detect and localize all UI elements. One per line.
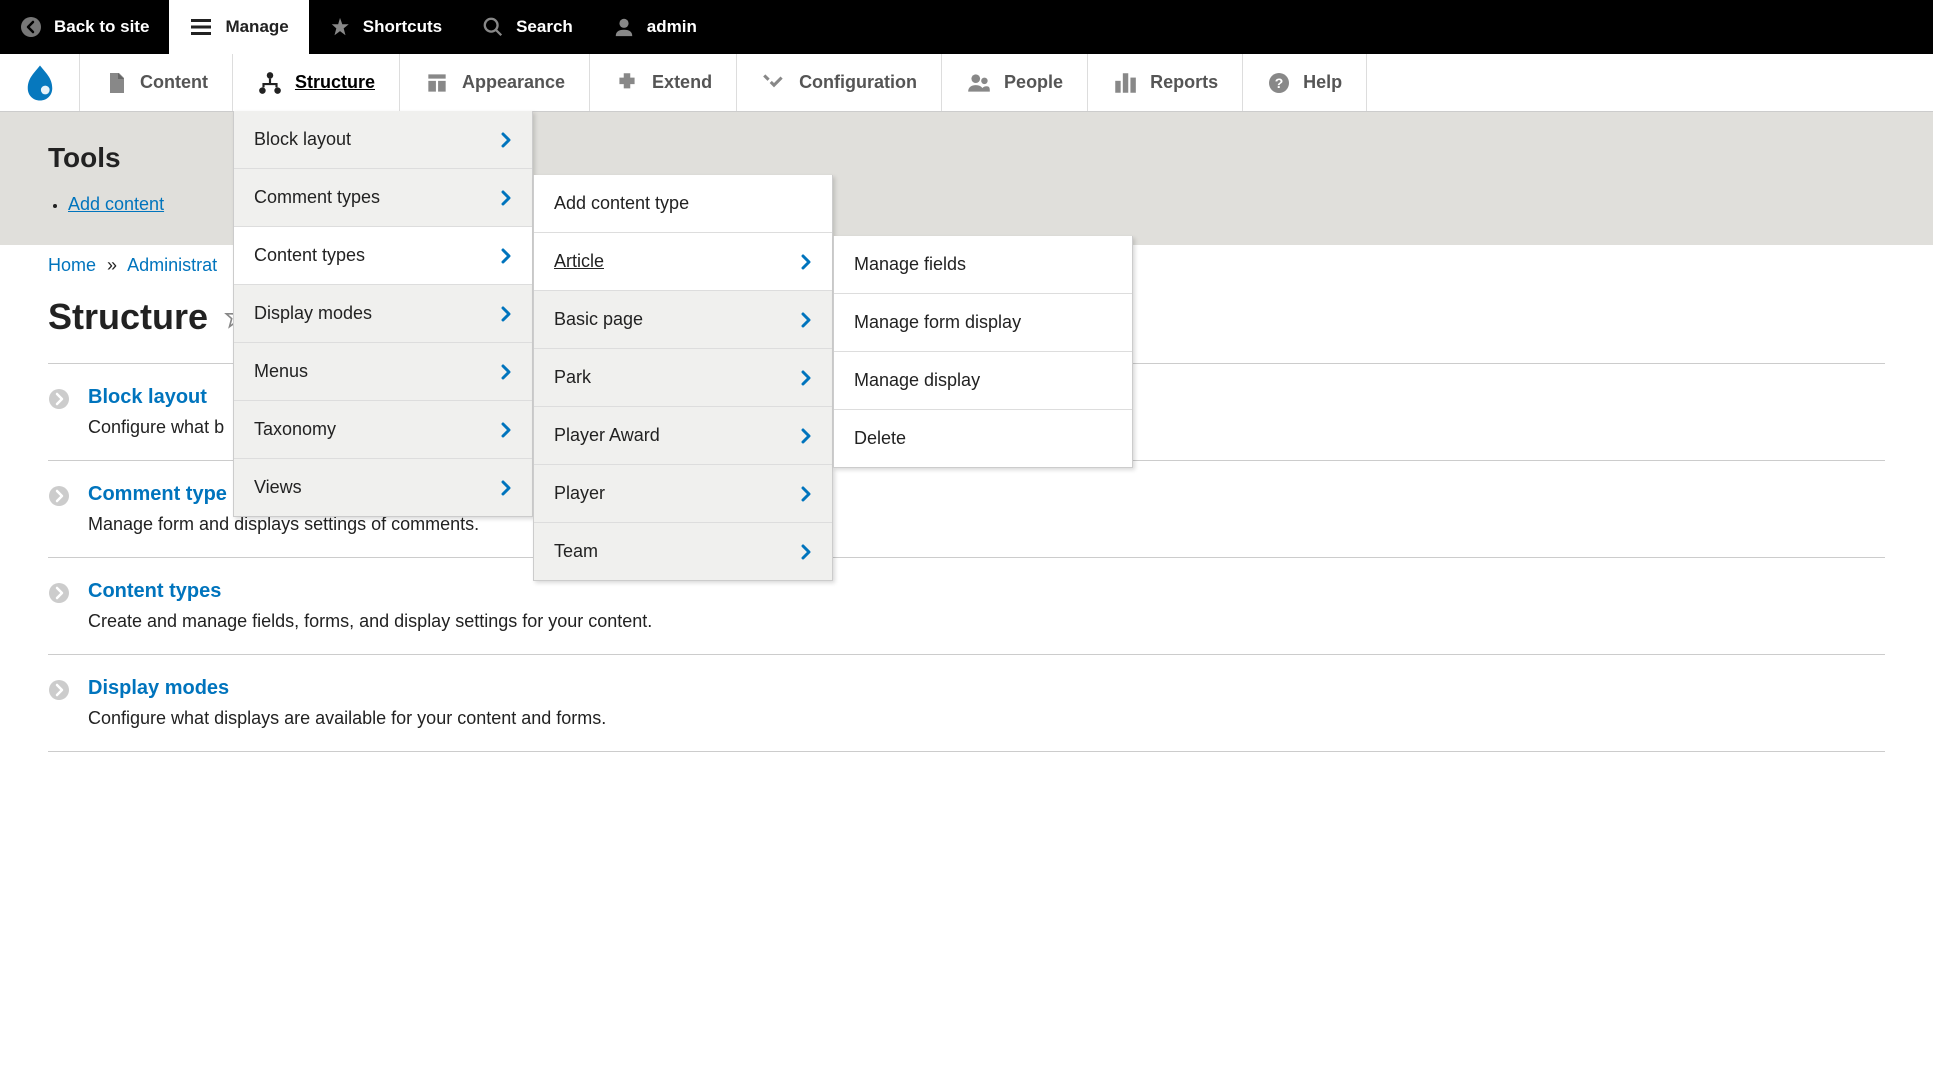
menu-extend[interactable]: Extend [590, 54, 737, 111]
submenu-add-content-type[interactable]: Add content type [534, 175, 832, 233]
list-title-display-modes[interactable]: Display modes [88, 677, 1885, 700]
chevron-right-icon [500, 480, 512, 496]
menu-appearance[interactable]: Appearance [400, 54, 590, 111]
back-label: Back to site [54, 17, 149, 37]
list-desc-content-types: Create and manage fields, forms, and dis… [88, 611, 1885, 632]
breadcrumb-home[interactable]: Home [48, 255, 96, 275]
menu-structure[interactable]: Structure Block layout Comment types Con… [233, 54, 400, 111]
submenu-manage-display[interactable]: Manage display [834, 352, 1132, 410]
extend-icon [614, 70, 640, 96]
list-item-display-modes: Display modes Configure what displays ar… [48, 655, 1885, 752]
submenu-comment-types[interactable]: Comment types [234, 169, 532, 227]
manage-button[interactable]: Manage [169, 0, 308, 54]
shortcuts-label: Shortcuts [363, 17, 442, 37]
content-types-submenu: Add content type Article Basic page Park… [533, 175, 833, 581]
drupal-logo[interactable] [0, 54, 80, 111]
chevron-right-icon [500, 422, 512, 438]
submenu-manage-form-display[interactable]: Manage form display [834, 294, 1132, 352]
svg-text:?: ? [1275, 75, 1284, 91]
star-icon [329, 16, 351, 38]
menu-reports[interactable]: Reports [1088, 54, 1243, 111]
manage-label: Manage [225, 17, 288, 37]
add-content-link[interactable]: Add content [68, 194, 164, 214]
submenu-block-layout[interactable]: Block layout [234, 111, 532, 169]
menu-content[interactable]: Content [80, 54, 233, 111]
submenu-basic-page[interactable]: Basic page [534, 291, 832, 349]
submenu-team[interactable]: Team [534, 523, 832, 580]
breadcrumb-separator: » [107, 255, 117, 275]
structure-submenu: Block layout Comment types Content types… [233, 111, 533, 517]
chevron-right-icon [48, 679, 70, 701]
chevron-right-icon [800, 428, 812, 444]
user-button[interactable]: admin [593, 0, 717, 54]
list-item-content-types: Content types Create and manage fields, … [48, 558, 1885, 655]
search-icon [482, 16, 504, 38]
admin-menu: Content Structure Block layout Comment t… [0, 54, 1933, 112]
hamburger-icon [189, 15, 213, 39]
submenu-manage-fields[interactable]: Manage fields [834, 236, 1132, 294]
top-toolbar: Back to site Manage Shortcuts Search adm… [0, 0, 1933, 54]
list-desc-display-modes: Configure what displays are available fo… [88, 708, 1885, 729]
menu-extend-label: Extend [652, 72, 712, 93]
configuration-icon [761, 70, 787, 96]
search-label: Search [516, 17, 573, 37]
chevron-right-icon [800, 312, 812, 328]
submenu-display-modes[interactable]: Display modes [234, 285, 532, 343]
chevron-right-icon [500, 190, 512, 206]
chevron-right-icon [800, 544, 812, 560]
submenu-player[interactable]: Player [534, 465, 832, 523]
appearance-icon [424, 70, 450, 96]
user-icon [613, 16, 635, 38]
shortcuts-button[interactable]: Shortcuts [309, 0, 462, 54]
chevron-right-icon [48, 582, 70, 604]
list-title-content-types[interactable]: Content types [88, 580, 1885, 603]
breadcrumb-admin[interactable]: Administrat [127, 255, 217, 275]
help-icon: ? [1267, 71, 1291, 95]
submenu-delete[interactable]: Delete [834, 410, 1132, 467]
submenu-content-types[interactable]: Content types [234, 227, 532, 285]
chevron-right-icon [48, 388, 70, 410]
menu-structure-label: Structure [295, 72, 375, 93]
chevron-right-icon [48, 485, 70, 507]
list-desc-comment-types: Manage form and displays settings of com… [88, 514, 1885, 535]
search-button[interactable]: Search [462, 0, 593, 54]
submenu-taxonomy[interactable]: Taxonomy [234, 401, 532, 459]
menu-configuration[interactable]: Configuration [737, 54, 942, 111]
menu-people[interactable]: People [942, 54, 1088, 111]
menu-people-label: People [1004, 72, 1063, 93]
menu-appearance-label: Appearance [462, 72, 565, 93]
submenu-menus[interactable]: Menus [234, 343, 532, 401]
submenu-player-award[interactable]: Player Award [534, 407, 832, 465]
user-label: admin [647, 17, 697, 37]
menu-help[interactable]: ? Help [1243, 54, 1367, 111]
chevron-right-icon [500, 132, 512, 148]
menu-configuration-label: Configuration [799, 72, 917, 93]
menu-reports-label: Reports [1150, 72, 1218, 93]
chevron-right-icon [800, 254, 812, 270]
submenu-views[interactable]: Views [234, 459, 532, 516]
chevron-right-icon [800, 370, 812, 386]
submenu-park[interactable]: Park [534, 349, 832, 407]
chevron-right-icon [500, 248, 512, 264]
content-icon [104, 71, 128, 95]
article-submenu: Manage fields Manage form display Manage… [833, 236, 1133, 468]
reports-icon [1112, 70, 1138, 96]
menu-help-label: Help [1303, 72, 1342, 93]
chevron-right-icon [500, 364, 512, 380]
submenu-article[interactable]: Article [534, 233, 832, 291]
menu-content-label: Content [140, 72, 208, 93]
back-to-site-button[interactable]: Back to site [0, 0, 169, 54]
structure-icon [257, 70, 283, 96]
back-arrow-icon [20, 16, 42, 38]
people-icon [966, 70, 992, 96]
chevron-right-icon [500, 306, 512, 322]
chevron-right-icon [800, 486, 812, 502]
